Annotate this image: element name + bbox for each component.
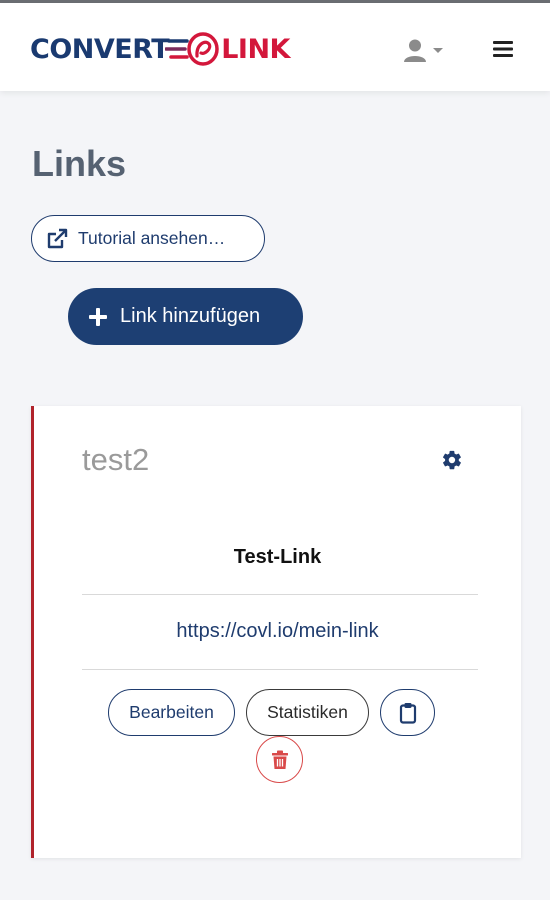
link-logo-icon xyxy=(165,32,219,66)
add-link-button[interactable]: Link hinzufügen xyxy=(68,288,303,345)
logo-text-link: LINK xyxy=(221,33,290,65)
edit-button[interactable]: Bearbeiten xyxy=(108,689,235,736)
menu-button[interactable] xyxy=(490,36,520,64)
link-card: test2 Test-Link https://covl.io/mein-lin… xyxy=(31,406,521,858)
external-link-icon xyxy=(47,228,68,248)
divider xyxy=(82,594,478,595)
logo[interactable]: CONVERT LINK xyxy=(30,29,290,69)
navbar: CONVERT LINK xyxy=(0,3,550,91)
tutorial-button-label: Tutorial ansehen… xyxy=(78,228,226,248)
caret-down-icon xyxy=(433,48,443,53)
user-menu-button[interactable] xyxy=(402,36,448,64)
divider xyxy=(82,669,478,670)
statistics-button[interactable]: Statistiken xyxy=(246,689,369,736)
hamburger-menu-icon xyxy=(493,41,513,57)
statistics-button-label: Statistiken xyxy=(267,702,348,722)
gear-icon[interactable] xyxy=(441,449,463,471)
copy-link-button[interactable] xyxy=(380,689,435,736)
link-card-title: test2 xyxy=(82,442,150,477)
short-link-url[interactable]: https://covl.io/mein-link xyxy=(34,620,521,643)
edit-button-label: Bearbeiten xyxy=(129,702,214,722)
clipboard-icon xyxy=(399,702,416,724)
link-name: Test-Link xyxy=(233,546,322,568)
add-link-button-label: Link hinzufügen xyxy=(120,305,261,327)
trash-icon xyxy=(271,750,288,769)
tutorial-button[interactable]: Tutorial ansehen… xyxy=(31,215,265,262)
delete-button[interactable] xyxy=(256,736,303,783)
logo-text-convert: CONVERT xyxy=(30,33,170,65)
plus-icon xyxy=(89,307,107,326)
user-icon xyxy=(404,39,426,62)
page-title: Links xyxy=(32,143,127,184)
